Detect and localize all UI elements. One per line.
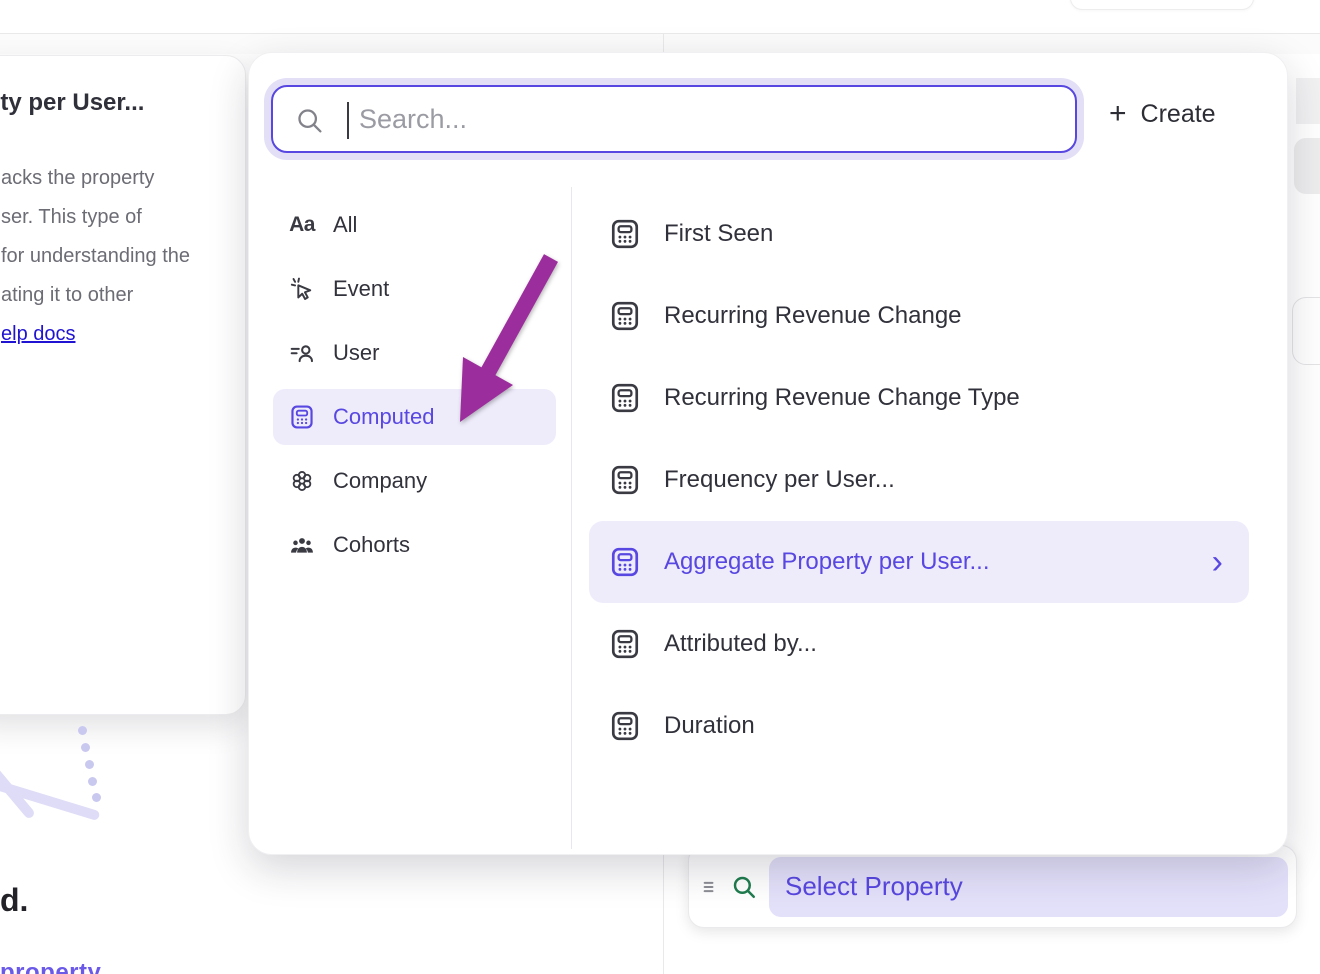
category-label: Computed	[333, 404, 435, 430]
calculator-icon	[609, 710, 641, 742]
result-label: First Seen	[664, 220, 773, 248]
background-band	[0, 34, 1320, 54]
calculator-icon	[609, 464, 641, 496]
result-recurring-revenue-change[interactable]: Recurring Revenue Change	[589, 275, 1249, 357]
property-builder-row: Select Property	[688, 845, 1297, 928]
decor-dot	[78, 726, 87, 735]
category-event[interactable]: Event	[273, 261, 556, 317]
result-frequency-per-user[interactable]: Frequency per User...	[589, 439, 1249, 521]
result-first-seen[interactable]: First Seen	[589, 193, 1249, 275]
category-label: User	[333, 340, 379, 366]
category-label: All	[333, 212, 357, 238]
result-attributed-by[interactable]: Attributed by...	[589, 603, 1249, 685]
result-label: Frequency per User...	[664, 466, 895, 494]
category-user[interactable]: User	[273, 325, 556, 381]
category-label: Event	[333, 276, 389, 302]
list-lines-icon	[701, 876, 723, 898]
search-icon	[731, 874, 757, 900]
category-all[interactable]: Aa All	[273, 197, 556, 253]
category-cohorts[interactable]: Cohorts	[273, 517, 556, 573]
tooltip-line: ating it to other	[1, 276, 245, 315]
category-label: Cohorts	[333, 532, 410, 558]
help-docs-link[interactable]: elp docs	[1, 315, 76, 354]
app-screen: rty per User... acks the property ser. T…	[0, 0, 1320, 974]
modal-column-divider	[571, 187, 572, 849]
plus-icon: +	[1109, 99, 1127, 129]
calculator-icon	[287, 403, 317, 431]
category-list: Aa All Event	[273, 197, 556, 581]
calculator-icon	[609, 382, 641, 414]
category-computed[interactable]: Computed	[273, 389, 556, 445]
result-duration[interactable]: Duration	[589, 685, 1249, 767]
calculator-icon	[609, 628, 641, 660]
background-edge-outline	[1292, 297, 1320, 365]
calculator-icon	[609, 300, 641, 332]
tooltip-line: acks the property	[1, 159, 245, 198]
property-tooltip-card: rty per User... acks the property ser. T…	[0, 55, 246, 715]
category-company[interactable]: Company	[273, 453, 556, 509]
decor-dot	[81, 743, 90, 752]
canvas-heading-fragment: d.	[0, 882, 28, 919]
canvas-link-fragment[interactable]: property	[0, 959, 101, 974]
background-edge-block	[1296, 78, 1320, 124]
result-aggregate-property-per-user[interactable]: Aggregate Property per User... ›	[589, 521, 1249, 603]
background-toolbar-card	[1070, 0, 1254, 10]
cursor-click-icon	[287, 275, 317, 303]
cohorts-people-icon	[287, 531, 317, 559]
calculator-icon	[609, 546, 641, 578]
calculator-icon	[609, 218, 641, 250]
create-label: Create	[1141, 100, 1216, 129]
result-label: Recurring Revenue Change Type	[664, 384, 1020, 412]
search-field[interactable]	[271, 85, 1077, 153]
tooltip-body: acks the property ser. This type of for …	[1, 159, 245, 354]
decor-dot	[92, 793, 101, 802]
property-results-list: First Seen Recurring Revenue Change Recu…	[589, 193, 1249, 767]
select-property-button[interactable]: Select Property	[769, 857, 1288, 917]
property-picker-modal: + Create Aa All Event	[248, 52, 1288, 855]
create-button[interactable]: + Create	[1109, 99, 1216, 129]
tooltip-line: ser. This type of	[1, 198, 245, 237]
result-label: Attributed by...	[664, 630, 817, 658]
text-aa-icon: Aa	[287, 211, 317, 239]
result-recurring-revenue-change-type[interactable]: Recurring Revenue Change Type	[589, 357, 1249, 439]
tooltip-title: rty per User...	[0, 89, 245, 117]
result-label: Aggregate Property per User...	[664, 548, 990, 576]
decor-dot	[85, 760, 94, 769]
select-property-label: Select Property	[785, 871, 963, 902]
tooltip-line: for understanding the	[1, 237, 245, 276]
category-label: Company	[333, 468, 427, 494]
company-cluster-icon	[287, 467, 317, 495]
chevron-right-icon: ›	[1212, 546, 1223, 578]
result-label: Recurring Revenue Change	[664, 302, 962, 330]
search-input[interactable]	[273, 87, 1075, 151]
result-label: Duration	[664, 712, 755, 740]
background-edge-pill	[1294, 138, 1320, 194]
decor-dot	[88, 777, 97, 786]
user-list-icon	[287, 339, 317, 367]
